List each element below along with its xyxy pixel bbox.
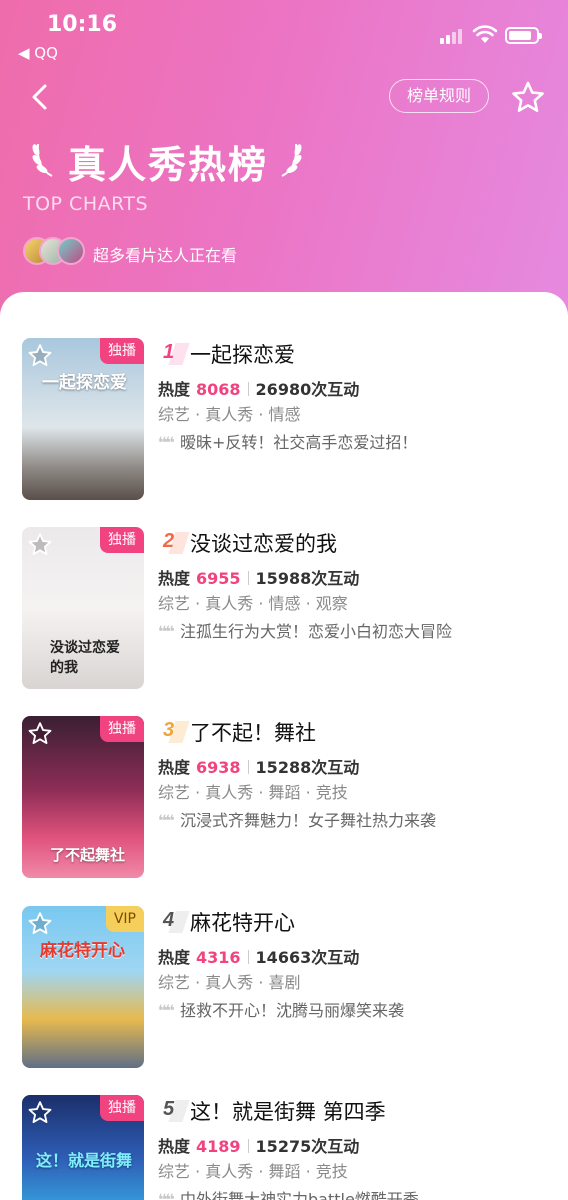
poster-title: 一起探恋爱 xyxy=(42,373,127,393)
interaction-count: 15275次互动 xyxy=(255,1137,360,1156)
list-item[interactable]: 了不起舞社 独播 3 了不起！舞社 热度 6938 15288次互动 综艺 · 真人… xyxy=(22,716,552,880)
show-tags: 综艺 · 真人秀 · 舞蹈 · 竞技 xyxy=(158,783,348,802)
show-title[interactable]: 了不起！舞社 xyxy=(190,717,316,747)
show-stats: 热度 4189 15275次互动 xyxy=(158,1137,360,1156)
rank-number: 4 xyxy=(159,908,190,936)
quote-icon: ❝❝ xyxy=(158,622,175,641)
status-time: 10:16 xyxy=(47,12,118,37)
star-outline-icon[interactable] xyxy=(27,911,53,937)
chart-list-panel: 一起探恋爱 独播 1 一起探恋爱 热度 8068 26980次互动 综艺 · 真人秀… xyxy=(0,292,568,1200)
heat-value: 6955 xyxy=(196,569,241,588)
list-item[interactable]: 一起探恋爱 独播 1 一起探恋爱 热度 8068 26980次互动 综艺 · 真人秀… xyxy=(22,338,552,502)
show-quote: ❝❝ 中外街舞大神实力battle燃酷开季 xyxy=(158,1186,419,1200)
laurel-right-icon xyxy=(281,143,302,177)
heat-value: 4316 xyxy=(196,948,241,967)
quote-icon: ❝❝ xyxy=(158,433,175,452)
poster-image[interactable]: 了不起舞社 独播 xyxy=(22,716,144,878)
poster-image[interactable]: 这！就是街舞 独播 xyxy=(22,1095,144,1200)
header-banner: 10:16 ◀ QQ 榜单规则 真人秀热榜 TOP CHARTS 超多看片达人正… xyxy=(0,0,568,330)
star-outline-icon[interactable] xyxy=(27,1100,53,1126)
list-item[interactable]: 麻花特开心 VIP 4 麻花特开心 热度 4316 14663次互动 综艺 · 真人… xyxy=(22,906,552,1070)
viewer-avatars xyxy=(23,237,89,267)
list-item[interactable]: 这！就是街舞 独播 5 这！就是街舞 第四季 热度 4189 15275次互动 综艺… xyxy=(22,1095,552,1200)
show-quote: ❝❝ 拯救不开心！沈腾马丽爆笑来袭 xyxy=(158,1001,405,1020)
watching-text: 超多看片达人正在看 xyxy=(93,246,238,265)
show-tags: 综艺 · 真人秀 · 舞蹈 · 竞技 xyxy=(158,1162,348,1181)
show-stats: 热度 6938 15288次互动 xyxy=(158,758,360,777)
show-quote: ❝❝ 暧昧+反转！社交高手恋爱过招！ xyxy=(158,433,418,452)
poster-image[interactable]: 麻花特开心 VIP xyxy=(22,906,144,1068)
page-title: 真人秀热榜 xyxy=(68,143,269,187)
page-subtitle: TOP CHARTS xyxy=(23,193,149,215)
poster-title: 没谈过恋爱的我 xyxy=(50,640,120,676)
vip-badge: VIP xyxy=(105,906,144,932)
quote-icon: ❝❝ xyxy=(158,1001,175,1020)
interaction-count: 26980次互动 xyxy=(255,380,360,399)
exclusive-badge: 独播 xyxy=(100,338,144,364)
show-tags: 综艺 · 真人秀 · 情感 · 观察 xyxy=(158,594,348,613)
star-outline-icon[interactable] xyxy=(510,80,546,116)
show-stats: 热度 4316 14663次互动 xyxy=(158,948,360,967)
quote-icon: ❝❝ xyxy=(158,1190,175,1200)
show-tags: 综艺 · 真人秀 · 情感 xyxy=(158,405,301,424)
back-to-app-link[interactable]: ◀ QQ xyxy=(18,44,58,62)
exclusive-badge: 独播 xyxy=(100,1095,144,1121)
wifi-icon xyxy=(472,25,498,43)
show-title[interactable]: 一起探恋爱 xyxy=(190,339,295,369)
back-chevron-icon[interactable] xyxy=(26,82,56,112)
show-quote: ❝❝ 注孤生行为大赏！恋爱小白初恋大冒险 xyxy=(158,622,453,641)
rank-number: 5 xyxy=(159,1097,190,1125)
heat-value: 4189 xyxy=(196,1137,241,1156)
show-title[interactable]: 没谈过恋爱的我 xyxy=(190,528,337,558)
rank-number: 2 xyxy=(159,529,190,557)
star-outline-icon[interactable] xyxy=(27,343,53,369)
show-quote: ❝❝ 沉浸式齐舞魅力！女子舞社热力来袭 xyxy=(158,811,437,830)
signal-icon xyxy=(440,28,466,44)
poster-title: 麻花特开心 xyxy=(40,941,125,961)
interaction-count: 14663次互动 xyxy=(255,948,360,967)
show-title[interactable]: 麻花特开心 xyxy=(190,907,295,937)
exclusive-badge: 独播 xyxy=(100,527,144,553)
list-item[interactable]: 没谈过恋爱的我 独播 2 没谈过恋爱的我 热度 6955 15988次互动 综艺 ·… xyxy=(22,527,552,691)
quote-icon: ❝❝ xyxy=(158,811,175,830)
poster-title: 这！就是街舞 xyxy=(36,1151,133,1170)
heat-value: 6938 xyxy=(196,758,241,777)
rank-number: 3 xyxy=(159,718,190,746)
interaction-count: 15988次互动 xyxy=(255,569,360,588)
battery-icon xyxy=(505,27,542,44)
show-stats: 热度 6955 15988次互动 xyxy=(158,569,360,588)
poster-image[interactable]: 没谈过恋爱的我 独播 xyxy=(22,527,144,689)
chart-rules-button[interactable]: 榜单规则 xyxy=(389,79,489,113)
status-bar: 10:16 ◀ QQ xyxy=(0,0,568,70)
poster-title: 了不起舞社 xyxy=(50,846,126,864)
exclusive-badge: 独播 xyxy=(100,716,144,742)
rank-number: 1 xyxy=(159,340,190,368)
show-title[interactable]: 这！就是街舞 第四季 xyxy=(190,1096,386,1126)
star-outline-icon[interactable] xyxy=(27,721,53,747)
avatar xyxy=(57,237,85,265)
laurel-left-icon xyxy=(32,143,53,177)
show-tags: 综艺 · 真人秀 · 喜剧 xyxy=(158,973,301,992)
heat-value: 8068 xyxy=(196,380,241,399)
interaction-count: 15288次互动 xyxy=(255,758,360,777)
poster-image[interactable]: 一起探恋爱 独播 xyxy=(22,338,144,500)
star-outline-icon[interactable] xyxy=(27,532,53,558)
show-stats: 热度 8068 26980次互动 xyxy=(158,380,360,399)
